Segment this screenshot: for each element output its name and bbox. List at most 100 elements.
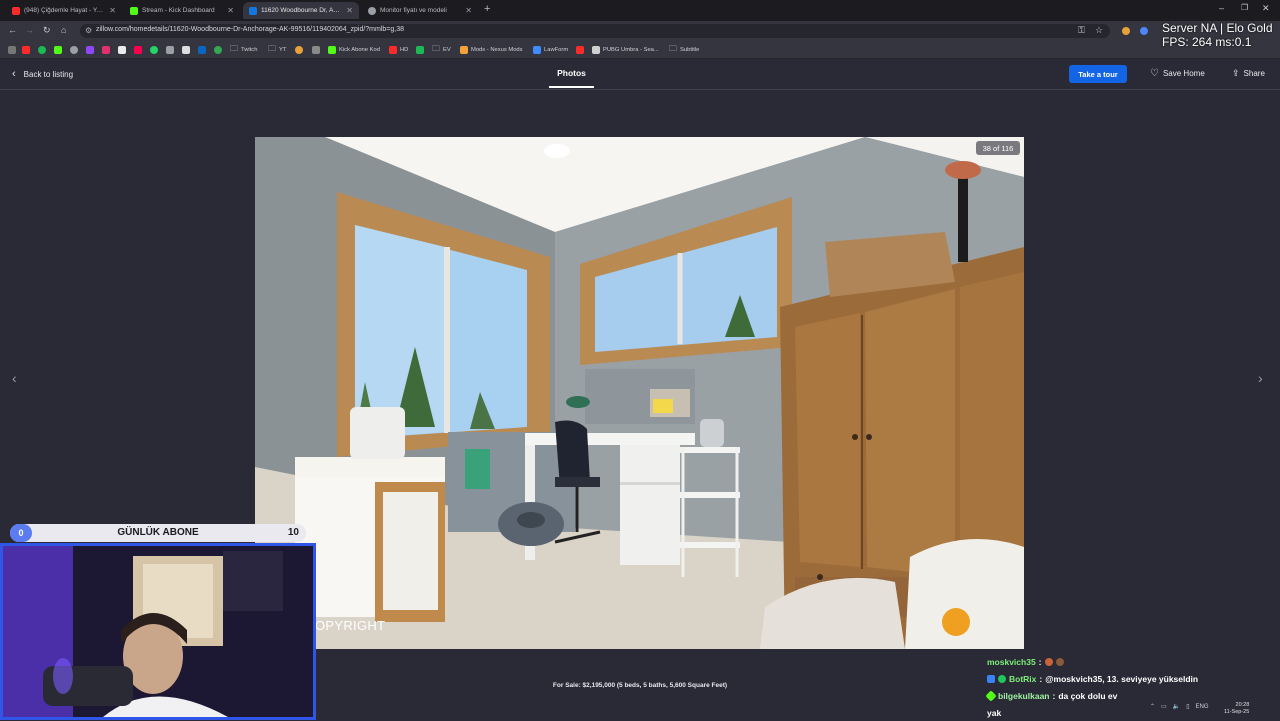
page-icon <box>182 45 190 54</box>
close-icon[interactable]: ✕ <box>465 6 472 15</box>
chat-separator: : <box>1039 673 1043 684</box>
url-text: zillow.com/homedetails/11620-Woodbourne-… <box>96 26 404 33</box>
url-field[interactable]: ⚙ zillow.com/homedetails/11620-Woodbourn… <box>80 24 1110 38</box>
reload-icon[interactable]: ↻ <box>43 25 51 36</box>
bookmark-folder-subtitle[interactable]: 🗀 Subtitle <box>669 43 699 54</box>
site-info-icon[interactable]: ⚙ <box>85 26 92 35</box>
bookmark-star-icon[interactable]: ☆ <box>1095 25 1103 36</box>
linkedin-icon <box>198 45 206 54</box>
bookmark-nexus-mods[interactable]: Mods - Nexus Mods <box>460 45 523 54</box>
take-tour-button[interactable]: Take a tour <box>1069 65 1127 83</box>
bookmark-site[interactable] <box>166 45 174 54</box>
volume-icon[interactable]: 🔈 <box>1173 703 1180 710</box>
bookmark-x[interactable] <box>118 45 126 54</box>
globe-icon <box>166 45 174 54</box>
bookmark-label: LawForm <box>544 46 569 53</box>
bookmark-kick-abone[interactable]: Kick Abone Kod <box>328 45 380 54</box>
bookmark-site[interactable] <box>295 45 303 54</box>
chevron-up-icon[interactable]: ⌃ <box>1150 703 1155 710</box>
tiktok-icon <box>134 45 142 54</box>
fps-ms-text: FPS: 264 ms:0.1 <box>1162 35 1252 49</box>
back-to-listing-link[interactable]: ‹ Back to listing <box>12 68 73 80</box>
chat-text: @moskvich35, 13. seviyeye yükseldin <box>1045 673 1199 684</box>
bookmark-folder-yt[interactable]: 🗀 YT <box>268 43 287 54</box>
extension-icon[interactable] <box>1140 27 1148 35</box>
language-indicator[interactable]: ENG <box>1196 704 1209 710</box>
folder-icon: 🗀 <box>669 43 677 53</box>
taskbar-clock[interactable]: 20:28 11-Sep-25 <box>1224 702 1249 716</box>
tab-zillow[interactable]: 11620 Woodbourne Dr, Anchorage ✕ <box>243 2 359 19</box>
tab-kick-dashboard[interactable]: Stream - Kick Dashboard ✕ <box>124 2 240 19</box>
twitch-icon <box>86 45 94 54</box>
bookmark-folder-twitch[interactable]: 🗀 Twitch <box>230 43 257 54</box>
bookmark-hd[interactable]: HD <box>389 45 408 54</box>
network-icon[interactable]: ▭ <box>1161 703 1167 710</box>
listing-photo[interactable] <box>255 137 1024 649</box>
webcam-image <box>3 546 313 717</box>
bookmark-pubg[interactable]: PUBG Umbra - Sea... <box>592 45 659 54</box>
bookmark-kick[interactable] <box>54 45 62 54</box>
bookmark-youtube[interactable] <box>22 45 30 54</box>
restore-icon[interactable]: ❐ <box>1241 3 1248 12</box>
bookmark-site[interactable] <box>576 45 584 54</box>
nexus-icon <box>460 45 468 54</box>
back-arrow-icon[interactable]: ← <box>8 25 17 35</box>
bookmark-folder-ev[interactable]: 🗀 EV <box>432 44 451 54</box>
bookmark-linkedin[interactable] <box>198 45 206 54</box>
share-label: Share <box>1243 69 1265 78</box>
bookmark-label: YT <box>279 46 287 53</box>
browser-tab-bar: (948) Çiğdemle Hayat - YouTube ✕ Stream … <box>0 0 1280 21</box>
back-label: Back to listing <box>23 69 74 79</box>
close-icon[interactable]: ✕ <box>346 6 353 15</box>
previous-photo-arrow-icon[interactable]: ‹ <box>12 370 17 386</box>
bookmark-site[interactable] <box>182 45 190 54</box>
x-icon <box>118 45 126 54</box>
bookmark-whatsapp[interactable] <box>150 45 158 54</box>
tab-youtube[interactable]: (948) Çiğdemle Hayat - YouTube ✕ <box>6 2 122 19</box>
folder-icon: 🗀 <box>230 43 238 53</box>
battery-icon[interactable]: ▯ <box>1186 703 1189 710</box>
chat-message: BotRix : @moskvich35, 13. seviyeye yükse… <box>987 670 1277 687</box>
site-icon <box>416 45 424 54</box>
tab-monitor[interactable]: Monitor fiyatı ve modeli ✕ <box>362 2 478 19</box>
tab-photos[interactable]: Photos <box>549 68 594 78</box>
share-button[interactable]: ⇪ Share <box>1232 68 1265 79</box>
close-icon[interactable]: ✕ <box>109 6 116 15</box>
bookmark-label: Kick Abone Kod <box>339 46 380 53</box>
plus-icon[interactable]: + <box>484 3 490 15</box>
chat-message: moskvich35 : <box>987 653 1277 670</box>
window-close-icon[interactable]: ✕ <box>1262 3 1270 14</box>
password-key-icon[interactable]: ⚿ <box>1078 25 1085 36</box>
minimize-icon[interactable]: – <box>1219 3 1224 13</box>
kick-icon <box>130 6 138 15</box>
emote-icon <box>1055 657 1064 666</box>
chat-username[interactable]: BotRix <box>1009 674 1036 684</box>
close-icon[interactable]: ✕ <box>227 6 234 15</box>
bookmark-twitch[interactable] <box>86 45 94 54</box>
next-photo-arrow-icon[interactable]: › <box>1258 370 1263 386</box>
photo-counter: 38 of 116 <box>976 141 1020 155</box>
home-icon[interactable]: ⌂ <box>61 25 66 35</box>
bookmark-site[interactable] <box>312 45 320 54</box>
folder-icon: 🗀 <box>268 43 276 53</box>
chat-username[interactable]: moskvich35 <box>987 657 1036 667</box>
server-elo-text: Server NA | Elo Gold <box>1162 21 1273 35</box>
webcam-feed <box>0 543 316 720</box>
tab-label: 11620 Woodbourne Dr, Anchorage <box>261 7 342 14</box>
site-icon <box>312 45 320 54</box>
bookmark-maps[interactable] <box>214 45 222 54</box>
bookmark-apps[interactable] <box>8 45 16 54</box>
tab-label: Stream - Kick Dashboard <box>142 7 215 14</box>
forward-arrow-icon[interactable]: → <box>25 25 34 35</box>
whatsapp-icon <box>150 45 158 54</box>
bookmark-site[interactable] <box>70 45 78 54</box>
bot-badge-icon <box>987 674 995 683</box>
bookmark-spotify[interactable] <box>38 45 46 54</box>
chat-username[interactable]: bilgekulkaan <box>998 691 1050 701</box>
extension-icon[interactable] <box>1122 27 1130 35</box>
bookmark-site[interactable] <box>416 45 424 54</box>
bookmark-lawform[interactable]: LawForm <box>533 45 568 54</box>
save-home-button[interactable]: ♡ Save Home <box>1150 68 1205 79</box>
bookmark-tiktok[interactable] <box>134 45 142 54</box>
bookmark-instagram[interactable] <box>102 45 110 54</box>
